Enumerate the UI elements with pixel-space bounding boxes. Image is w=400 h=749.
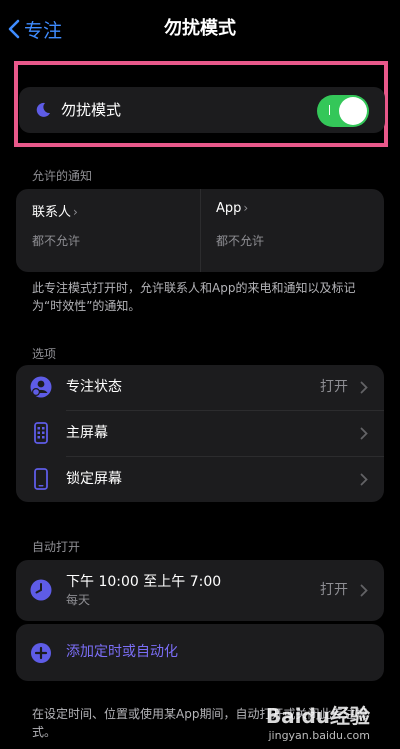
dnd-toggle[interactable] <box>317 95 369 127</box>
schedule-value: 打开 <box>320 582 348 598</box>
option-label: 锁定屏幕 <box>66 471 122 487</box>
plus-circle-icon <box>31 643 51 663</box>
focus-status-icon <box>30 376 52 398</box>
schedule-repeat: 每天 <box>66 593 91 607</box>
contacts-cell[interactable]: 联系人 › 都不允许 <box>16 189 201 272</box>
clock-icon <box>30 579 52 601</box>
option-focus-status[interactable]: 专注状态 打开 <box>16 365 384 410</box>
option-lock-screen[interactable]: 锁定屏幕 <box>16 457 384 502</box>
watermark-logo: Baidu经验 <box>265 704 370 728</box>
add-automation-label: 添加定时或自动化 <box>66 644 178 660</box>
option-home-screen[interactable]: 主屏幕 <box>16 411 384 456</box>
chevron-right-icon <box>360 584 368 597</box>
option-label: 专注状态 <box>66 379 122 395</box>
allowed-note: 此专注模式打开时，允许联系人和App的来电和通知以及标记为“时效性”的通知。 <box>32 281 356 313</box>
moon-icon <box>36 102 50 117</box>
chevron-right-icon <box>360 473 368 486</box>
toggle-on-indicator <box>329 105 330 115</box>
contacts-title: 联系人 <box>32 205 72 220</box>
contacts-status: 都不允许 <box>32 234 81 248</box>
lock-screen-icon <box>34 468 48 490</box>
auto-heading: 自动打开 <box>32 540 81 554</box>
chevron-right-icon: › <box>243 201 249 215</box>
nav-bar: 专注 勿扰模式 <box>0 0 400 60</box>
add-automation-button[interactable]: 添加定时或自动化 <box>16 624 384 681</box>
option-value: 打开 <box>320 379 348 395</box>
apps-title: App <box>216 201 242 216</box>
home-screen-icon <box>34 422 48 444</box>
dnd-row[interactable]: 勿扰模式 <box>19 87 385 133</box>
toggle-knob <box>339 97 367 125</box>
schedule-time: 下午 10:00 至上午 7:00 <box>66 574 222 590</box>
options-card: 专注状态 打开 主屏幕 锁定屏幕 <box>16 365 384 502</box>
chevron-right-icon: › <box>73 205 78 219</box>
option-label: 主屏幕 <box>66 425 108 441</box>
chevron-right-icon <box>360 381 368 394</box>
schedule-card[interactable]: 下午 10:00 至上午 7:00 每天 打开 <box>16 560 384 621</box>
watermark-site: jingyan.baidu.com <box>268 729 370 742</box>
watermark: Baidu经验 jingyan.baidu.com <box>266 700 370 742</box>
options-heading: 选项 <box>32 347 57 361</box>
allowed-heading: 允许的通知 <box>32 169 93 183</box>
allowed-notifications-card: 联系人 › 都不允许 App › 都不允许 <box>16 189 384 272</box>
dnd-label: 勿扰模式 <box>61 101 122 119</box>
apps-cell[interactable]: App › 都不允许 <box>200 189 384 272</box>
apps-status: 都不允许 <box>216 234 265 248</box>
chevron-right-icon <box>360 427 368 440</box>
page-title: 勿扰模式 <box>164 18 236 39</box>
